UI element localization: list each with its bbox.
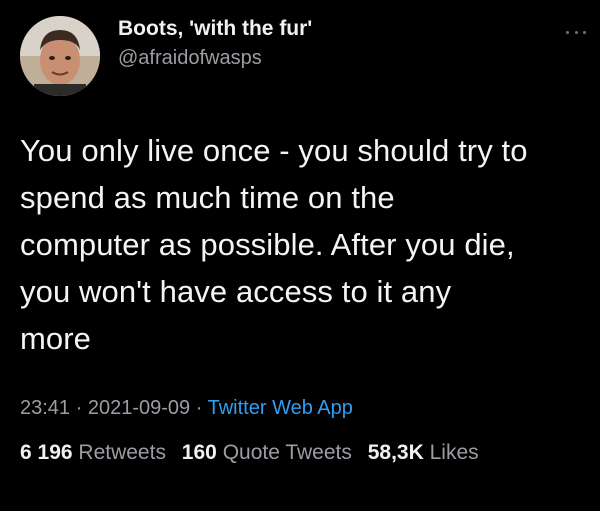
tweet-text-line: spend as much time on the	[20, 180, 395, 215]
tweet-author: Boots, 'with the fur' @afraidofwasps	[118, 14, 312, 72]
avatar-image	[20, 16, 100, 96]
retweets-label: Retweets	[78, 441, 166, 464]
tweet-source-link[interactable]: Twitter Web App	[208, 397, 353, 419]
retweets-stat[interactable]: 6 196 Retweets	[20, 438, 166, 468]
avatar[interactable]	[20, 16, 100, 96]
tweet-card: Boots, 'with the fur' @afraidofwasps You…	[0, 0, 600, 511]
meta-separator: ·	[195, 397, 203, 419]
quote-tweets-label: Quote Tweets	[222, 441, 352, 464]
retweets-count: 6 196	[20, 441, 73, 464]
tweet-date[interactable]: 2021-09-09	[88, 397, 190, 419]
likes-stat[interactable]: 58,3K Likes	[368, 438, 479, 468]
tweet-text-line: You only live once - you should try to	[20, 133, 528, 168]
quote-tweets-stat[interactable]: 160 Quote Tweets	[182, 438, 352, 468]
tweet-metadata: 23:41 · 2021-09-09 · Twitter Web App	[20, 394, 353, 422]
tweet-text-line: more	[20, 321, 92, 356]
tweet-time[interactable]: 23:41	[20, 397, 70, 419]
tweet-text: You only live once - you should try to s…	[20, 127, 595, 362]
display-name[interactable]: Boots, 'with the fur'	[118, 14, 312, 44]
tweet-text-line: you won't have access to it any	[20, 274, 452, 309]
tweet-stats: 6 196 Retweets 160 Quote Tweets 58,3K Li…	[20, 438, 489, 468]
likes-label: Likes	[429, 441, 479, 464]
more-options-icon[interactable]	[566, 26, 586, 38]
likes-count: 58,3K	[367, 441, 424, 464]
meta-separator: ·	[75, 397, 83, 419]
quote-tweets-count: 160	[181, 441, 217, 464]
user-handle[interactable]: @afraidofwasps	[118, 44, 312, 72]
tweet-text-line: computer as possible. After you die,	[20, 227, 515, 262]
